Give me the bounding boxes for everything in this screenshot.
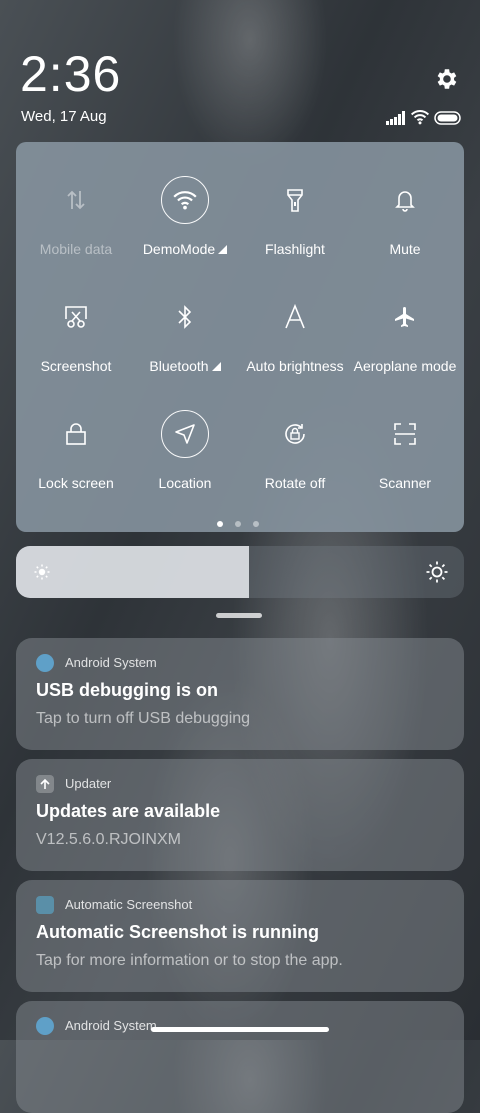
tile-label: Mobile data [39,241,113,257]
battery-icon [434,111,461,125]
bell-icon [381,176,429,224]
bluetooth-icon [161,293,209,341]
screenshot-icon [52,293,100,341]
tile-mute[interactable]: Mute [349,142,461,257]
date: Wed, 17 Aug [21,108,107,125]
notification-card[interactable]: Updater Updates are available V12.5.6.0.… [16,759,464,871]
tile-screenshot[interactable]: Screenshot [20,259,132,374]
notification-card[interactable]: Automatic Screenshot Automatic Screensho… [16,880,464,992]
tile-label: Flashlight [265,241,325,257]
gear-icon[interactable] [433,66,459,92]
tile-label: Screenshot [40,358,112,374]
mobile-data-icon [52,176,100,224]
wifi-icon [410,110,430,125]
brightness-slider[interactable] [16,546,464,598]
page-dot [253,521,259,527]
wifi-icon [161,176,209,224]
status-area: 2:36 Wed, 17 Aug [0,0,480,140]
screenshot-app-icon [36,896,54,914]
tile-label-with-dropdown: Bluetooth [125,358,245,374]
tile-mobile-data[interactable]: Mobile data [20,142,132,257]
auto-brightness-icon [271,293,319,341]
location-icon [161,410,209,458]
brightness-fill [16,546,249,598]
home-indicator[interactable] [151,1027,329,1032]
tile-flashlight[interactable]: Flashlight [239,142,351,257]
tile-bluetooth[interactable]: Bluetooth [129,259,241,374]
tile-label: Rotate off [264,475,326,491]
quick-settings-panel: Mobile data DemoMode Flashlight Mute Scr… [16,142,464,532]
tile-lock-screen[interactable]: Lock screen [20,376,132,491]
notification-title: USB debugging is on [36,680,218,700]
tile-label: Lock screen [38,475,114,491]
page-indicator [217,521,267,529]
android-system-icon [36,654,54,672]
notification-app-name: Android System [65,1018,157,1033]
tile-label: Mute [389,241,421,257]
notification-app-name: Automatic Screenshot [65,897,193,912]
tile-scanner[interactable]: Scanner [349,376,461,491]
page-dot [235,521,241,527]
page-dot-active [217,521,223,527]
signal-icon [386,111,405,125]
tile-label: Location [158,475,212,491]
tile-rotate-off[interactable]: Rotate off [239,376,351,491]
android-system-icon [36,1017,54,1035]
tile-label: Aeroplane mode [353,358,457,374]
aeroplane-icon [381,293,429,341]
scanner-icon [381,410,429,458]
tile-label-with-dropdown: DemoMode [125,241,245,257]
notification-card[interactable]: Android System USB debugging is on Tap t… [16,638,464,750]
notification-text: V12.5.6.0.RJOINXM [36,831,181,848]
tile-location[interactable]: Location [129,376,241,491]
tile-label: Auto brightness [246,358,344,374]
tile-auto-brightness[interactable]: Auto brightness [239,259,351,374]
notification-app-name: Updater [65,776,112,791]
clock: 2:36 [20,46,122,102]
notification-title: Automatic Screenshot is running [36,922,320,942]
rotate-lock-icon [271,410,319,458]
notification-card[interactable]: Android System [16,1001,464,1113]
notification-text: Tap to turn off USB debugging [36,710,251,727]
sun-low-icon [34,564,50,580]
system-icons [386,108,466,128]
tile-label: Scanner [378,475,432,491]
notification-title: Updates are available [36,801,221,821]
sun-high-icon [426,561,448,583]
dropdown-arrow-icon [218,245,228,254]
tile-aeroplane-mode[interactable]: Aeroplane mode [349,259,461,374]
notification-text: Tap for more information or to stop the … [36,952,343,969]
notification-app-name: Android System [65,655,157,670]
dropdown-arrow-icon [211,362,221,371]
drag-handle[interactable] [216,613,262,618]
lock-icon [52,410,100,458]
updater-icon [36,775,54,793]
tile-demomode[interactable]: DemoMode [129,142,241,257]
flashlight-icon [271,176,319,224]
